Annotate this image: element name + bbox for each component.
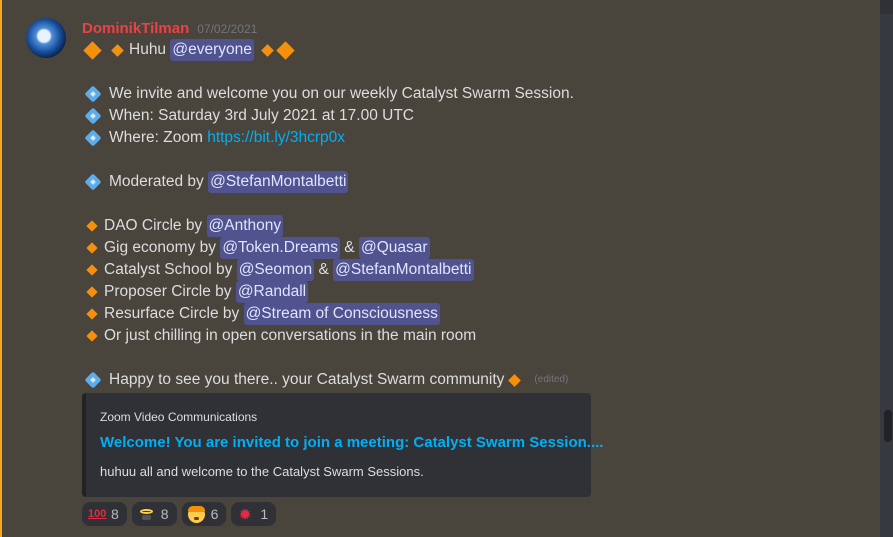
- blue-diamond-icon: [85, 372, 101, 388]
- orange-diamond-icon: [86, 220, 98, 232]
- embed-title[interactable]: Welcome! You are invited to join a meeti…: [100, 434, 603, 451]
- timestamp: 07/02/2021: [197, 22, 258, 36]
- message: DominikTilman 07/02/2021 Huhu @everyone …: [0, 0, 880, 537]
- chilling-text: Or just chilling in open conversations i…: [104, 327, 477, 344]
- blue-diamond-icon: [85, 108, 101, 124]
- blue-diamond-icon: [85, 130, 101, 146]
- zoom-link[interactable]: https://bit.ly/3hcrp0x: [207, 127, 345, 149]
- dao-text: DAO Circle by: [104, 217, 203, 234]
- greeting-text: Huhu: [129, 41, 167, 58]
- blue-diamond-icon: [85, 86, 101, 102]
- reaction-hundred[interactable]: 100 8: [82, 502, 127, 526]
- greeting-line: Huhu @everyone: [80, 39, 300, 61]
- collision-icon: [237, 505, 254, 525]
- orange-diamond-icon: [261, 43, 274, 57]
- mention-everyone[interactable]: @everyone: [170, 39, 254, 61]
- mention-quasar[interactable]: @Quasar: [358, 237, 430, 259]
- hundred-points-icon: 100: [88, 507, 107, 520]
- where-text: Where: Zoom: [109, 129, 203, 146]
- orange-diamond-icon: [86, 242, 98, 254]
- mention-moderator[interactable]: @StefanMontalbetti: [208, 171, 349, 193]
- partying-face-icon: [187, 505, 205, 523]
- list-item-resurface: Resurface Circle by @Stream of Conscious…: [82, 303, 440, 325]
- orange-diamond-icon: [83, 40, 102, 60]
- reactions-bar: 100 8 8 6 1: [82, 502, 277, 526]
- orange-diamond-icon: [111, 43, 124, 57]
- invite-line: We invite and welcome you on our weekly …: [82, 83, 574, 105]
- halo-icon: [138, 506, 155, 523]
- list-item-proposer: Proposer Circle by @Randall: [82, 281, 309, 303]
- reaction-collision[interactable]: 1: [231, 502, 277, 526]
- ampersand: &: [318, 261, 329, 278]
- moderated-line: Moderated by @StefanMontalbetti: [82, 171, 349, 193]
- orange-diamond-icon: [86, 264, 98, 276]
- closing-line: Happy to see you there.. your Catalyst S…: [82, 369, 568, 391]
- mention-anthony[interactable]: @Anthony: [206, 215, 284, 237]
- closing-text: Happy to see you there.. your Catalyst S…: [109, 371, 505, 388]
- reaction-count: 6: [210, 506, 219, 522]
- link-embed: Zoom Video Communications Welcome! You a…: [82, 393, 603, 497]
- reaction-count: 1: [260, 506, 269, 522]
- reaction-count: 8: [160, 506, 169, 522]
- embed-description: huhuu all and welcome to the Catalyst Sw…: [100, 464, 424, 479]
- message-header: DominikTilman 07/02/2021: [82, 20, 257, 38]
- moderated-text: Moderated by: [109, 173, 204, 190]
- list-item-school: Catalyst School by @Seomon & @StefanMont…: [82, 259, 474, 281]
- mention-stefan[interactable]: @StefanMontalbetti: [333, 259, 474, 281]
- mention-stream[interactable]: @Stream of Consciousness: [243, 303, 440, 325]
- reaction-count: 8: [111, 506, 119, 522]
- embed-provider: Zoom Video Communications: [100, 410, 258, 424]
- mention-seomon[interactable]: @Seomon: [236, 259, 315, 281]
- gig-text: Gig economy by: [104, 239, 216, 256]
- orange-diamond-icon: [86, 286, 98, 298]
- mention-randall[interactable]: @Randall: [235, 281, 309, 303]
- when-line: When: Saturday 3rd July 2021 at 17.00 UT…: [82, 105, 414, 127]
- list-item-dao: DAO Circle by @Anthony: [82, 215, 284, 237]
- reaction-party[interactable]: 6: [181, 502, 227, 526]
- reaction-halo[interactable]: 8: [131, 502, 177, 526]
- orange-diamond-icon: [86, 330, 98, 342]
- avatar[interactable]: [26, 18, 66, 58]
- list-item-gig: Gig economy by @Token.Dreams & @Quasar: [82, 237, 430, 259]
- orange-diamond-icon: [276, 40, 295, 60]
- orange-diamond-icon: [508, 373, 522, 387]
- orange-diamond-icon: [86, 308, 98, 320]
- username[interactable]: DominikTilman: [82, 20, 189, 37]
- scrollbar-thumb[interactable]: [884, 410, 892, 442]
- edited-label: (edited): [534, 374, 569, 385]
- when-text: When: Saturday 3rd July 2021 at 17.00 UT…: [109, 107, 414, 124]
- where-line: Where: Zoom https://bit.ly/3hcrp0x: [82, 127, 345, 149]
- blue-diamond-icon: [85, 174, 101, 190]
- ampersand: &: [344, 239, 355, 256]
- invite-text: We invite and welcome you on our weekly …: [109, 85, 574, 102]
- proposer-text: Proposer Circle by: [104, 283, 232, 300]
- mention-token-dreams[interactable]: @Token.Dreams: [220, 237, 340, 259]
- resurface-text: Resurface Circle by: [104, 305, 240, 322]
- school-text: Catalyst School by: [104, 261, 233, 278]
- list-item-chilling: Or just chilling in open conversations i…: [82, 325, 476, 347]
